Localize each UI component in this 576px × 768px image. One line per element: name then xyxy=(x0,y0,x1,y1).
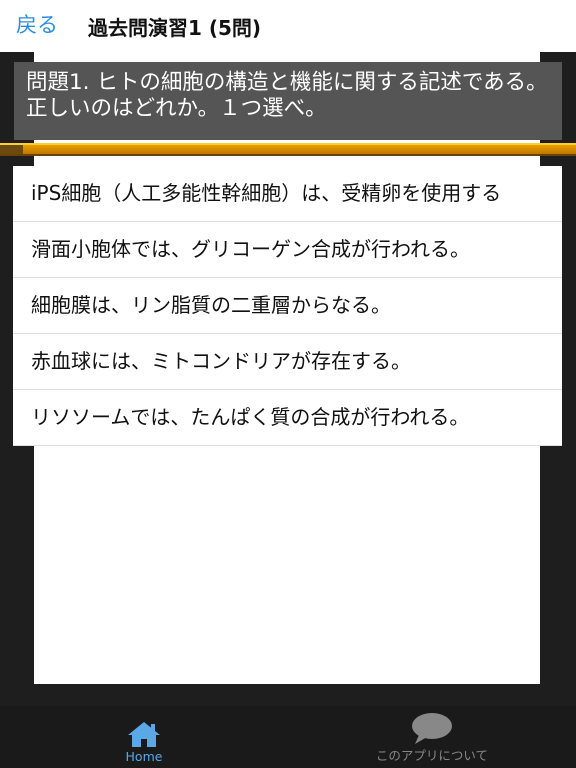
chat-bubble-icon xyxy=(412,713,452,744)
answer-options: iPS細胞（人工多能性幹細胞）は、受精卵を使用する 滑面小胞体では、グリコーゲン… xyxy=(13,166,562,446)
progress-bar xyxy=(0,143,576,156)
home-icon xyxy=(128,722,160,747)
progress-fill xyxy=(0,145,24,154)
tab-bar: Home このアプリについて xyxy=(0,706,576,768)
answer-option-2[interactable]: 滑面小胞体では、グリコーゲン合成が行われる。 xyxy=(13,222,562,278)
back-button[interactable]: 戻る xyxy=(16,9,58,39)
answer-option-4[interactable]: 赤血球には、ミトコンドリアが存在する。 xyxy=(13,334,562,390)
answer-option-5[interactable]: リソソームでは、たんぱく質の合成が行われる。 xyxy=(13,390,562,446)
tab-about[interactable]: このアプリについて xyxy=(340,706,524,768)
question-text: 問題1. ヒトの細胞の構造と機能に関する記述である。正しいのはどれか。１つ選べ。 xyxy=(14,62,562,140)
answer-option-1[interactable]: iPS細胞（人工多能性幹細胞）は、受精卵を使用する xyxy=(13,166,562,222)
page-title: 過去問演習1 (5問) xyxy=(88,16,262,40)
answer-option-3[interactable]: 細胞膜は、リン脂質の二重層からなる。 xyxy=(13,278,562,334)
app-header: 戻る 過去問演習1 (5問) xyxy=(0,0,576,52)
tab-about-label: このアプリについて xyxy=(375,748,489,763)
tab-home-label: Home xyxy=(125,749,163,764)
tab-home[interactable]: Home xyxy=(98,706,190,768)
